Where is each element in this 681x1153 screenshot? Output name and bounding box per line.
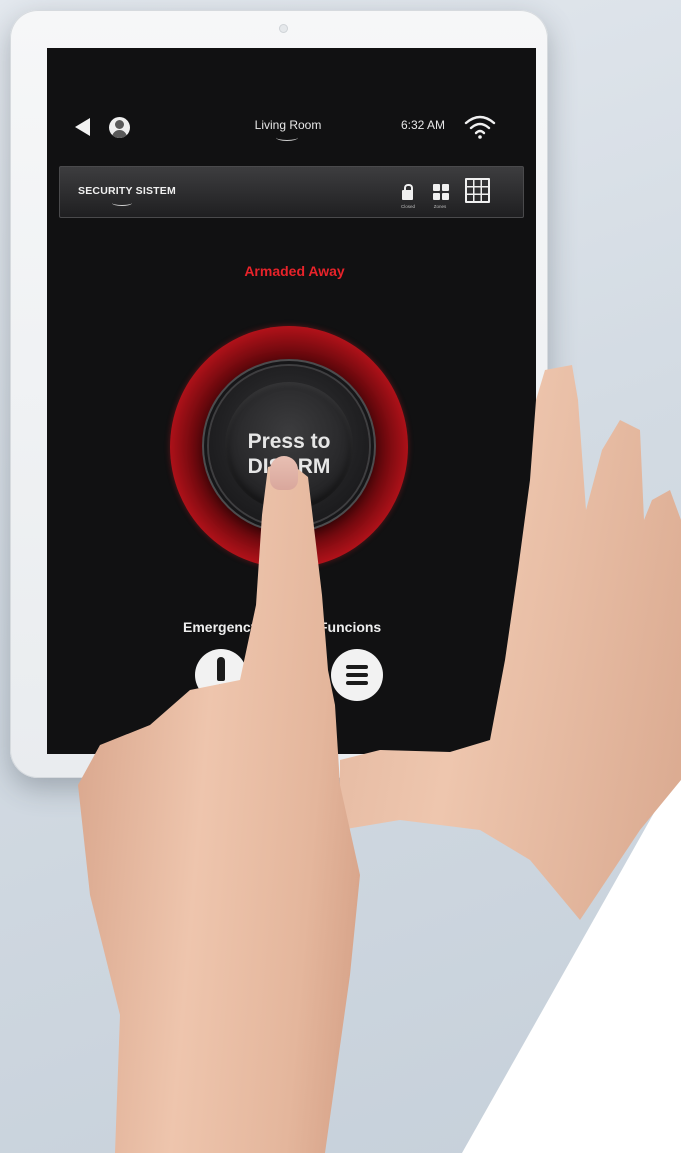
zones-button[interactable]: Zones [429, 182, 453, 212]
closed-button[interactable]: Closed [397, 182, 419, 212]
menu-icon-bar [346, 673, 368, 677]
alarm-status: Armaded Away [244, 263, 345, 279]
menu-icon-bar [346, 681, 368, 685]
wifi-icon [464, 115, 496, 139]
emergency-icon [217, 657, 225, 681]
grid-view-icon[interactable] [465, 178, 490, 203]
menu-icon [346, 665, 368, 669]
functions-label: Funcions [319, 619, 382, 635]
user-avatar-icon[interactable] [109, 117, 130, 138]
security-system-bar[interactable]: SECURITY SISTEM Closed Zones [59, 166, 524, 218]
back-icon[interactable] [75, 118, 90, 136]
zones-icon [433, 184, 449, 200]
camera-icon [279, 24, 288, 33]
lock-icon-body [402, 190, 413, 200]
security-system-title: SECURITY SISTEM [78, 185, 176, 197]
clock: 6:32 AM [401, 118, 446, 132]
functions-button[interactable] [331, 649, 383, 701]
zones-label: Zones [433, 204, 447, 209]
disarm-label-line1: Press to [247, 430, 331, 453]
room-selector[interactable]: Living Room [237, 118, 339, 132]
fingertip-nail [270, 456, 298, 490]
closed-label: Closed [400, 204, 415, 209]
chevron-down-icon[interactable] [276, 134, 298, 141]
chevron-down-icon[interactable] [112, 200, 132, 206]
emergency-label: Emergency [183, 619, 259, 635]
